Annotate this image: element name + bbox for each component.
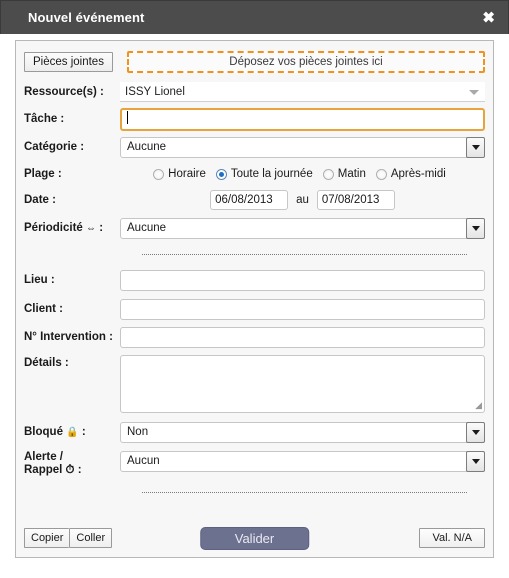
client-input[interactable]: [120, 298, 485, 320]
dialog-footer: Copier Coller Valider Val. N/A: [16, 525, 493, 551]
periodicity-label: Périodicité ⇔ :: [24, 222, 120, 234]
blocked-label-text: Bloqué: [24, 426, 63, 438]
intervention-label: N° Intervention :: [24, 331, 113, 343]
category-row: Catégorie : Aucune: [16, 133, 493, 161]
alert-label-suffix: :: [77, 464, 82, 476]
alert-label-line2: Rappel: [24, 464, 63, 476]
attachments-button[interactable]: Pièces jointes: [24, 52, 113, 72]
periodicity-label-text: Périodicité: [24, 222, 83, 234]
copy-paste-group: Copier Coller: [24, 528, 113, 548]
periodicity-row: Périodicité ⇔ : Aucune: [16, 213, 493, 243]
chevron-down-icon[interactable]: [466, 421, 485, 443]
date-end-input[interactable]: 07/08/2013: [316, 190, 395, 210]
dialog-body-panel: Pièces jointes Déposez vos pièces jointe…: [15, 40, 494, 558]
validate-button[interactable]: Valider: [199, 526, 310, 550]
close-icon[interactable]: ✖: [482, 10, 495, 25]
periodicity-value: Aucune: [127, 221, 167, 234]
chevron-down-icon: [469, 90, 479, 95]
lock-icon: 🔒: [66, 427, 79, 438]
attachments-row: Pièces jointes Déposez vos pièces jointe…: [16, 45, 493, 79]
periodicity-separator: [16, 243, 493, 265]
alert-value: Aucun: [127, 455, 160, 467]
category-value: Aucune: [127, 140, 167, 153]
range-option-horaire[interactable]: Horaire: [153, 168, 206, 180]
place-row: Lieu :: [16, 265, 493, 295]
range-option-label: Matin: [337, 168, 366, 180]
resource-row: Ressource(s) : ISSY Lionel: [16, 79, 493, 105]
radio-icon: [322, 168, 334, 180]
range-option-label: Toute la journée: [230, 168, 313, 180]
blocked-row: Bloqué 🔒 : Non: [16, 417, 493, 447]
task-row: Tâche :: [16, 105, 493, 133]
dotted-divider: [142, 491, 467, 493]
copy-button[interactable]: Copier: [24, 528, 70, 548]
paste-button[interactable]: Coller: [69, 528, 113, 548]
place-input[interactable]: [120, 269, 485, 291]
radio-icon: [375, 168, 387, 180]
resource-select[interactable]: ISSY Lionel: [120, 82, 485, 102]
date-separator-label: au: [296, 194, 309, 206]
chevron-down-icon[interactable]: [466, 136, 485, 158]
blocked-label: Bloqué 🔒 :: [24, 426, 120, 438]
alert-label-line1: Alerte /: [24, 451, 63, 463]
swap-arrows-icon[interactable]: ⇔: [86, 223, 96, 234]
date-start-input[interactable]: 06/08/2013: [210, 190, 289, 210]
periodicity-label-suffix: :: [99, 222, 104, 234]
date-label: Date :: [24, 194, 56, 206]
alarm-clock-icon: ⏱: [65, 464, 75, 476]
range-radio-group: Horaire Toute la journée Matin Après-mid…: [120, 168, 485, 180]
range-option-label: Horaire: [168, 168, 206, 180]
radio-icon-selected: [215, 168, 227, 180]
alert-row: Alerte / Rappel ⏱ : Aucun: [16, 447, 493, 481]
client-row: Client :: [16, 295, 493, 323]
alert-select[interactable]: Aucun: [120, 451, 485, 472]
client-label: Client :: [24, 303, 63, 315]
details-textarea[interactable]: ◢: [120, 355, 485, 413]
intervention-row: N° Intervention :: [16, 323, 493, 351]
range-row: Plage : Horaire Toute la journée Matin A…: [16, 161, 493, 187]
periodicity-select[interactable]: Aucune: [120, 217, 485, 239]
place-label: Lieu :: [24, 274, 55, 286]
category-label: Catégorie :: [24, 141, 85, 153]
range-label: Plage :: [24, 168, 62, 180]
chevron-down-icon[interactable]: [466, 217, 485, 239]
range-option-apres-midi[interactable]: Après-midi: [375, 168, 446, 180]
attachments-dropzone[interactable]: Déposez vos pièces jointes ici: [126, 51, 485, 73]
task-label: Tâche :: [24, 113, 65, 125]
resource-value: ISSY Lionel: [125, 86, 185, 98]
details-label: Détails :: [24, 357, 69, 369]
validate-na-button[interactable]: Val. N/A: [419, 528, 485, 548]
radio-icon: [153, 168, 165, 180]
blocked-label-suffix: :: [81, 426, 86, 438]
attachments-dropzone-label: Déposez vos pièces jointes ici: [229, 56, 383, 68]
alert-label: Alerte / Rappel ⏱ :: [24, 451, 120, 477]
dialog-titlebar: Nouvel événement ✖: [0, 0, 509, 34]
date-row: Date : 06/08/2013 au 07/08/2013: [16, 187, 493, 213]
range-option-toute-la-journee[interactable]: Toute la journée: [215, 168, 313, 180]
blocked-value: Non: [127, 425, 149, 438]
category-select[interactable]: Aucune: [120, 136, 485, 158]
chevron-down-icon[interactable]: [466, 451, 485, 472]
dialog-title: Nouvel événement: [28, 10, 145, 25]
blocked-select[interactable]: Non: [120, 421, 485, 443]
details-row: Détails : ◢: [16, 351, 493, 417]
text-caret: [127, 110, 128, 124]
resource-label: Ressource(s) :: [24, 86, 104, 98]
range-option-label: Après-midi: [390, 168, 446, 180]
alert-separator: [16, 481, 493, 503]
task-input[interactable]: [120, 107, 485, 131]
date-fields: 06/08/2013 au 07/08/2013: [120, 190, 485, 210]
dotted-divider: [142, 253, 467, 255]
resize-grip-icon[interactable]: ◢: [475, 400, 482, 411]
new-event-dialog: Nouvel événement ✖ Pièces jointes Dépose…: [0, 0, 509, 578]
range-option-matin[interactable]: Matin: [322, 168, 366, 180]
intervention-input[interactable]: [120, 326, 485, 348]
